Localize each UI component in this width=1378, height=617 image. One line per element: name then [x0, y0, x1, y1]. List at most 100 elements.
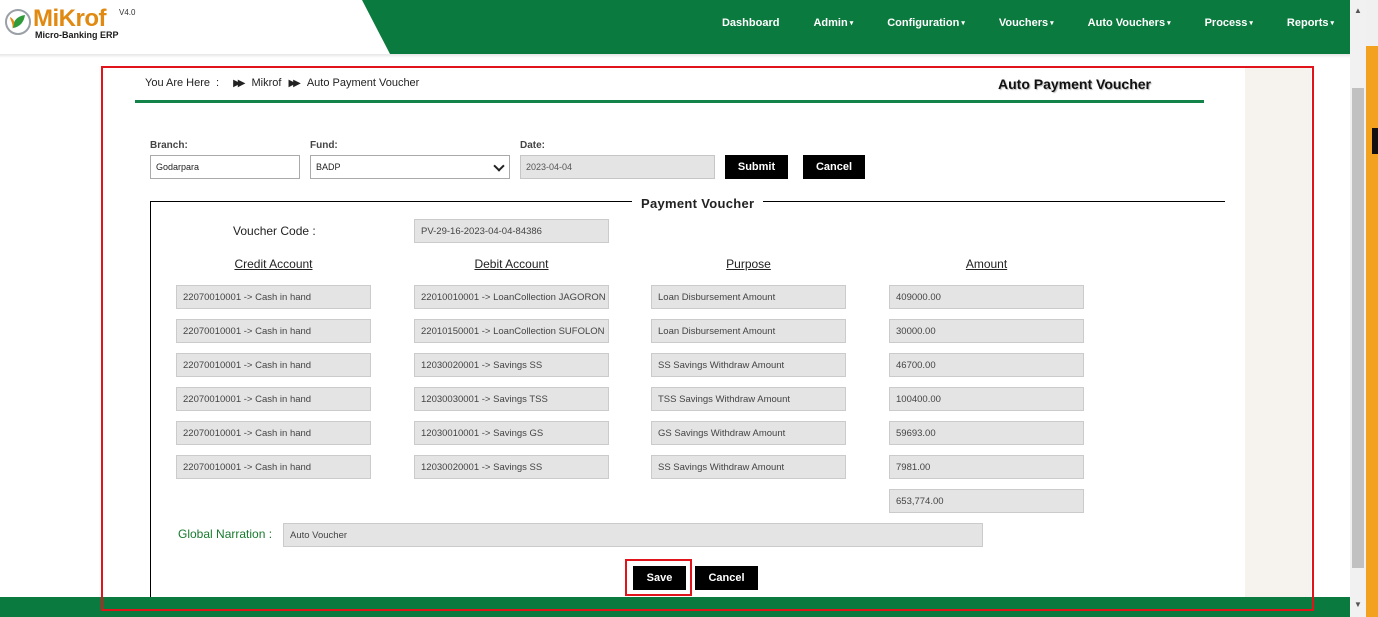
- debit-account-field[interactable]: 12030020001 -> Savings SS: [414, 455, 609, 479]
- nav-dashboard[interactable]: Dashboard: [722, 17, 779, 29]
- purpose-value: SS Savings Withdraw Amount: [658, 461, 785, 473]
- chevron-down-icon: [493, 160, 505, 172]
- credit-account-field[interactable]: 22070010001 -> Cash in hand: [176, 455, 371, 479]
- nav-configuration[interactable]: Configuration ▾: [887, 17, 965, 29]
- purpose-field[interactable]: SS Savings Withdraw Amount: [651, 455, 846, 479]
- caret-down-icon: ▾: [1249, 20, 1253, 27]
- credit-account-field[interactable]: 22070010001 -> Cash in hand: [176, 285, 371, 309]
- debit-account-field[interactable]: 22010150001 -> LoanCollection SUFOLON: [414, 319, 609, 343]
- purpose-field[interactable]: SS Savings Withdraw Amount: [651, 353, 846, 377]
- credit-account-field[interactable]: 22070010001 -> Cash in hand: [176, 319, 371, 343]
- submit-button[interactable]: Submit: [725, 155, 788, 179]
- amount-value: 409000.00: [896, 291, 941, 303]
- debit-account-field[interactable]: 12030030001 -> Savings TSS: [414, 387, 609, 411]
- logo-version: V4.0: [119, 8, 136, 17]
- credit-account-value: 22070010001 -> Cash in hand: [183, 291, 312, 303]
- nav-vouchers[interactable]: Vouchers ▾: [999, 17, 1054, 29]
- window-edge-mark: [1372, 128, 1378, 154]
- purpose-field[interactable]: TSS Savings Withdraw Amount: [651, 387, 846, 411]
- breadcrumb-colon: :: [216, 77, 220, 89]
- debit-account-field[interactable]: 12030010001 -> Savings GS: [414, 421, 609, 445]
- purpose-value: Loan Disbursement Amount: [658, 291, 776, 303]
- purpose-value: GS Savings Withdraw Amount: [658, 427, 786, 439]
- date-label: Date:: [520, 140, 546, 151]
- voucher-code-field[interactable]: PV-29-16-2023-04-04-84386: [414, 219, 609, 243]
- branch-input[interactable]: Godarpara: [150, 155, 300, 179]
- credit-account-field[interactable]: 22070010001 -> Cash in hand: [176, 353, 371, 377]
- credit-account-value: 22070010001 -> Cash in hand: [183, 393, 312, 405]
- content-side-panel: [1245, 66, 1311, 597]
- debit-account-value: 22010150001 -> LoanCollection SUFOLON: [421, 325, 605, 337]
- purpose-value: SS Savings Withdraw Amount: [658, 359, 785, 371]
- scroll-up-icon[interactable]: ▲: [1354, 6, 1362, 15]
- amount-field[interactable]: 30000.00: [889, 319, 1084, 343]
- nav-process[interactable]: Process ▾: [1205, 17, 1253, 29]
- col-header-amount: Amount: [965, 257, 1008, 271]
- col-header-credit: Credit Account: [234, 257, 313, 271]
- fund-select[interactable]: BADP: [310, 155, 510, 179]
- fieldset-border-left: [150, 201, 151, 597]
- footer-bar: [0, 597, 1350, 617]
- amount-field[interactable]: 7981.00: [889, 455, 1084, 479]
- debit-account-value: 12030030001 -> Savings TSS: [421, 393, 548, 405]
- credit-account-value: 22070010001 -> Cash in hand: [183, 325, 312, 337]
- logo-subtitle: Micro-Banking ERP: [35, 30, 119, 40]
- double-arrow-icon: ▶▶: [288, 77, 301, 89]
- amount-field[interactable]: 46700.00: [889, 353, 1084, 377]
- debit-account-field[interactable]: 22010010001 -> LoanCollection JAGORON: [414, 285, 609, 309]
- credit-account-value: 22070010001 -> Cash in hand: [183, 461, 312, 473]
- caret-down-icon: ▾: [1050, 20, 1054, 27]
- global-narration-label: Global Narration :: [178, 527, 273, 541]
- debit-account-value: 12030010001 -> Savings GS: [421, 427, 544, 439]
- purpose-field[interactable]: GS Savings Withdraw Amount: [651, 421, 846, 445]
- scrollbar-thumb[interactable]: [1352, 88, 1364, 568]
- credit-account-field[interactable]: 22070010001 -> Cash in hand: [176, 421, 371, 445]
- global-narration-value: Auto Voucher: [290, 529, 348, 541]
- purpose-value: TSS Savings Withdraw Amount: [658, 393, 790, 405]
- debit-account-field[interactable]: 12030020001 -> Savings SS: [414, 353, 609, 377]
- branch-value: Godarpara: [156, 162, 200, 172]
- purpose-value: Loan Disbursement Amount: [658, 325, 776, 337]
- amount-value: 59693.00: [896, 427, 936, 439]
- page-title: Auto Payment Voucher: [998, 76, 1151, 92]
- scroll-down-icon[interactable]: ▼: [1354, 600, 1362, 609]
- amount-field[interactable]: 100400.00: [889, 387, 1084, 411]
- credit-account-field[interactable]: 22070010001 -> Cash in hand: [176, 387, 371, 411]
- nav-reports[interactable]: Reports ▾: [1287, 17, 1334, 29]
- breadcrumb: You Are Here : ▶▶ Mikrof ▶▶ Auto Payment…: [145, 77, 419, 89]
- debit-account-value: 12030020001 -> Savings SS: [421, 461, 543, 473]
- fieldset-legend: Payment Voucher: [632, 196, 764, 211]
- voucher-code-value: PV-29-16-2023-04-04-84386: [421, 225, 542, 237]
- fund-value: BADP: [316, 162, 341, 172]
- amount-field[interactable]: 409000.00: [889, 285, 1084, 309]
- debit-account-value: 22010010001 -> LoanCollection JAGORON: [421, 291, 606, 303]
- total-amount-field[interactable]: 653,774.00: [889, 489, 1084, 513]
- amount-field[interactable]: 59693.00: [889, 421, 1084, 445]
- caret-down-icon: ▾: [849, 20, 854, 27]
- nav-auto-vouchers[interactable]: Auto Vouchers ▾: [1088, 17, 1171, 29]
- breadcrumb-item-home[interactable]: Mikrof: [251, 77, 281, 89]
- purpose-field[interactable]: Loan Disbursement Amount: [651, 285, 846, 309]
- amount-value: 100400.00: [896, 393, 941, 405]
- total-amount-value: 653,774.00: [896, 495, 944, 507]
- save-button[interactable]: Save: [633, 566, 686, 590]
- caret-down-icon: ▾: [961, 20, 965, 27]
- date-input[interactable]: 2023-04-04: [520, 155, 715, 179]
- header-shadow: [0, 54, 1350, 58]
- fund-label: Fund:: [310, 140, 338, 151]
- purpose-field[interactable]: Loan Disbursement Amount: [651, 319, 846, 343]
- col-header-purpose: Purpose: [726, 257, 771, 271]
- nav-admin[interactable]: Admin ▾: [813, 17, 853, 29]
- filter-cancel-button[interactable]: Cancel: [803, 155, 865, 179]
- amount-value: 30000.00: [896, 325, 936, 337]
- logo-leaf-icon: [5, 9, 31, 35]
- logo-name: MiKrof: [33, 5, 106, 32]
- voucher-code-label: Voucher Code :: [233, 224, 316, 238]
- amount-value: 46700.00: [896, 359, 936, 371]
- double-arrow-icon: ▶▶: [233, 77, 246, 89]
- voucher-cancel-button[interactable]: Cancel: [695, 566, 758, 590]
- branch-label: Branch:: [150, 140, 188, 151]
- date-value: 2023-04-04: [526, 162, 573, 172]
- global-narration-input[interactable]: Auto Voucher: [283, 523, 983, 547]
- breadcrumb-item-current: Auto Payment Voucher: [306, 77, 420, 89]
